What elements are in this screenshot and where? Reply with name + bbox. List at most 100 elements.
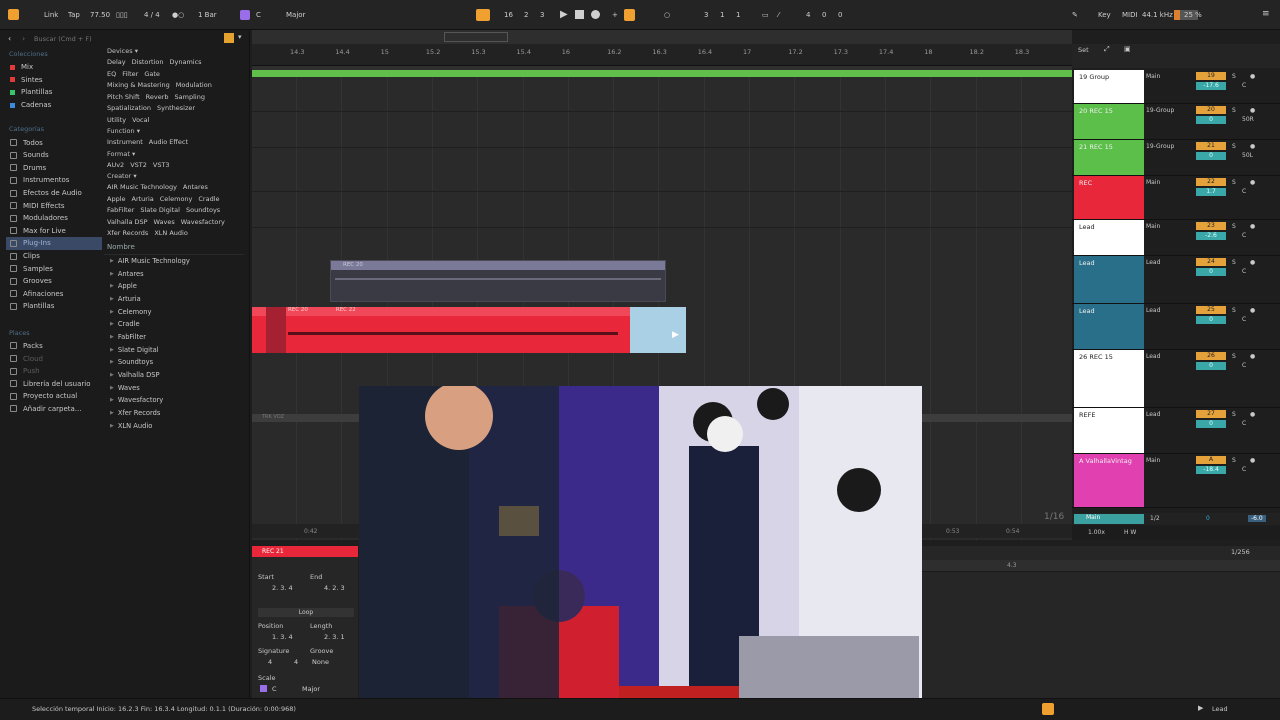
- solo-button[interactable]: S: [1232, 411, 1236, 418]
- clip-signature-den[interactable]: 4: [294, 658, 298, 666]
- filter-tag[interactable]: XLN Audio: [154, 228, 187, 239]
- stop-icon[interactable]: [575, 10, 584, 19]
- filter-tag[interactable]: Instrument: [107, 137, 143, 148]
- track-volume[interactable]: 0: [1196, 420, 1226, 428]
- vendor-folder-5[interactable]: ▶ Cradle: [104, 318, 244, 331]
- overview-selection[interactable]: [444, 32, 508, 42]
- scale-mode-icon[interactable]: [240, 10, 250, 20]
- track-volume[interactable]: 1.7: [1196, 188, 1226, 196]
- filter-tag[interactable]: Cradle: [198, 194, 219, 205]
- format-header[interactable]: Format ▾: [104, 149, 244, 160]
- rec-audio-clip[interactable]: REC 20 REC 22: [252, 307, 630, 353]
- filter-tag[interactable]: Utility: [107, 115, 126, 126]
- filter-tag[interactable]: Celemony: [160, 194, 193, 205]
- lane-21-rec[interactable]: [252, 112, 1072, 148]
- category-item-5[interactable]: MIDI Effects: [6, 199, 102, 212]
- expand-triangle-icon[interactable]: ▶: [110, 321, 114, 327]
- loop-length-beat[interactable]: 0: [822, 11, 826, 19]
- category-item-4[interactable]: Efectos de Audio: [6, 187, 102, 200]
- category-item-7[interactable]: Max for Live: [6, 225, 102, 238]
- track-volume[interactable]: 0: [1196, 152, 1226, 160]
- place-item-5[interactable]: Añadir carpeta...: [6, 403, 102, 416]
- draw-mode-icon[interactable]: ⁄: [778, 11, 779, 19]
- track-output-route[interactable]: Lead: [1146, 411, 1160, 418]
- arm-icon[interactable]: ●: [1250, 411, 1255, 418]
- play-small-icon[interactable]: ▶: [1198, 704, 1203, 712]
- solo-button[interactable]: S: [1232, 179, 1236, 186]
- filter-tag[interactable]: Dynamics: [170, 57, 202, 68]
- beat-ruler[interactable]: 14.3 14.4 15 15.2 15.3 15.4 16 16.2 16.3 16.4 17 17…: [252, 44, 1072, 66]
- faded-audio-clip[interactable]: REC 20: [330, 260, 666, 302]
- track-header[interactable]: REFE: [1074, 408, 1144, 453]
- track-number[interactable]: 25: [1196, 306, 1226, 314]
- track-pan[interactable]: C: [1242, 466, 1246, 473]
- vendor-folder-2[interactable]: ▶ Apple: [104, 280, 244, 293]
- place-item-4[interactable]: Proyecto actual: [6, 390, 102, 403]
- filter-tag[interactable]: VST3: [153, 160, 170, 171]
- vendor-folder-6[interactable]: ▶ FabFilter: [104, 331, 244, 344]
- filter-tag[interactable]: AIR Music Technology: [107, 182, 177, 193]
- track-pan[interactable]: C: [1242, 232, 1246, 239]
- category-item-10[interactable]: Samples: [6, 262, 102, 275]
- hamburger-menu-icon[interactable]: ≡: [1262, 9, 1270, 19]
- solo-button[interactable]: S: [1232, 259, 1236, 266]
- track-volume[interactable]: -18.4: [1196, 466, 1226, 474]
- arm-icon[interactable]: ●: [1250, 179, 1255, 186]
- filter-tag[interactable]: Modulation: [176, 80, 212, 91]
- clip-end-value[interactable]: 4. 2. 3: [324, 584, 345, 592]
- overdub-icon[interactable]: +: [612, 11, 618, 19]
- arm-icon[interactable]: ●: [1250, 107, 1255, 114]
- filter-tag[interactable]: Slate Digital: [140, 205, 180, 216]
- track-header[interactable]: REC: [1074, 176, 1144, 219]
- record-mode-icon[interactable]: ●○: [172, 11, 184, 19]
- filter-tag[interactable]: Spatialization: [107, 103, 151, 114]
- solo-button[interactable]: S: [1232, 307, 1236, 314]
- track-header[interactable]: Lead: [1074, 220, 1144, 255]
- save-icon[interactable]: ▣: [1124, 45, 1131, 53]
- filter-tag[interactable]: Distortion: [132, 57, 164, 68]
- track-number[interactable]: 21: [1196, 142, 1226, 150]
- expand-triangle-icon[interactable]: ▶: [110, 372, 114, 378]
- track-header[interactable]: 21 REC 15: [1074, 140, 1144, 175]
- filter-tag[interactable]: Delay: [107, 57, 126, 68]
- arm-icon[interactable]: ●: [1250, 223, 1255, 230]
- devices-header[interactable]: Devices ▾: [104, 46, 244, 57]
- track-volume[interactable]: 0: [1196, 268, 1226, 276]
- expand-triangle-icon[interactable]: ▶: [110, 410, 114, 416]
- track-volume[interactable]: 0: [1196, 316, 1226, 324]
- link-button[interactable]: Link: [44, 11, 58, 19]
- track-header[interactable]: 19 Group: [1074, 70, 1144, 103]
- filter-tag[interactable]: Audio Effect: [149, 137, 188, 148]
- track-output-route[interactable]: Lead: [1146, 353, 1160, 360]
- category-item-6[interactable]: Moduladores: [6, 212, 102, 225]
- track-header[interactable]: 26 REC 15: [1074, 350, 1144, 407]
- track-pan[interactable]: C: [1242, 188, 1246, 195]
- track-number[interactable]: 23: [1196, 222, 1226, 230]
- lane-rec[interactable]: [252, 148, 1072, 192]
- record-icon[interactable]: [591, 10, 600, 19]
- metronome-icon[interactable]: ▯▯▯: [116, 11, 128, 19]
- vendor-folder-4[interactable]: ▶ Celemony: [104, 305, 244, 318]
- clip-groove-select[interactable]: None: [312, 658, 329, 666]
- filter-tag[interactable]: Antares: [183, 182, 208, 193]
- set-button[interactable]: Set: [1078, 46, 1089, 54]
- expand-triangle-icon[interactable]: ▶: [110, 423, 114, 429]
- expand-triangle-icon[interactable]: ▶: [110, 296, 114, 302]
- view-toggle-icon[interactable]: [8, 9, 19, 20]
- filter-tag[interactable]: Sampling: [175, 92, 205, 103]
- category-item-0[interactable]: Todos: [6, 136, 102, 149]
- play-icon[interactable]: ▶: [560, 9, 568, 20]
- solo-button[interactable]: S: [1232, 73, 1236, 80]
- filter-tag[interactable]: Soundtoys: [186, 205, 220, 216]
- arm-icon[interactable]: ●: [1250, 143, 1255, 150]
- filter-tag[interactable]: Wavesfactory: [181, 217, 225, 228]
- track-header[interactable]: A ValhallaVintag: [1074, 454, 1144, 507]
- track-pan[interactable]: C: [1242, 420, 1246, 427]
- main-route[interactable]: 1/2: [1150, 515, 1160, 522]
- loop-start-beat[interactable]: 1: [720, 11, 724, 19]
- arm-icon[interactable]: ●: [1250, 457, 1255, 464]
- track-pan[interactable]: C: [1242, 82, 1246, 89]
- filter-tag[interactable]: Mixing & Mastering: [107, 80, 170, 91]
- filter-tag[interactable]: Synthesizer: [157, 103, 195, 114]
- loop-start-bar[interactable]: 3: [704, 11, 708, 19]
